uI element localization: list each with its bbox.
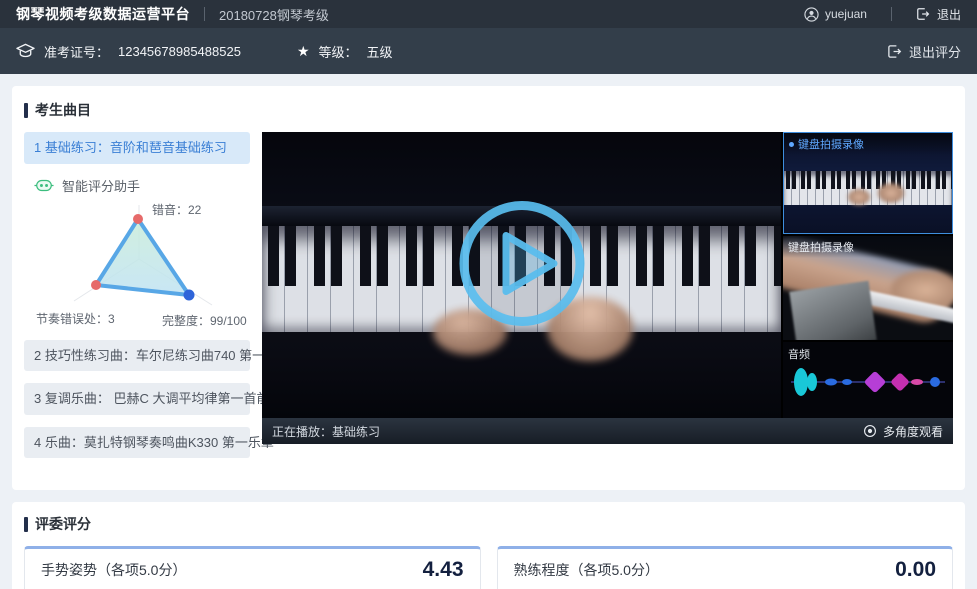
playlist-item-1[interactable]: 1 基础练习：音阶和琶音基础练习 xyxy=(24,132,250,164)
judge-scoring-card: 评委评分 手势姿势（各项5.0分） 4.43 手型 指法 身姿 xyxy=(12,502,965,589)
logout-icon xyxy=(916,7,930,21)
exam-main-card: 考生曲目 1 基础练习：音阶和琶音基础练习 智能评分助手 xyxy=(12,86,965,490)
multi-angle-label: 多角度观看 xyxy=(883,423,943,440)
playlist-item-2[interactable]: 2 技巧性练习曲：车尔尼练习曲740 第一首 xyxy=(24,340,250,372)
session-title: 20180728钢琴考级 xyxy=(219,5,329,24)
radar-label-wrong-notes: 错音：22 xyxy=(152,202,202,217)
playlist-section-title: 考生曲目 xyxy=(35,100,91,120)
exam-id-label: 准考证号： xyxy=(44,42,109,61)
playlist-item-4[interactable]: 4 乐曲：莫扎特钢琴奏鸣曲K330 第一乐章 xyxy=(24,427,250,459)
eye-icon xyxy=(863,424,877,438)
play-button[interactable] xyxy=(456,198,588,335)
thumbnail-label-text: 键盘拍摄录像 xyxy=(788,239,854,255)
level-value: 五级 xyxy=(367,42,393,61)
ai-assistant-toggle[interactable]: 智能评分助手 xyxy=(34,176,250,195)
graduation-cap-icon xyxy=(16,43,35,59)
exam-id-group: 准考证号： 12345678985488525 xyxy=(16,42,241,61)
playlist: 1 基础练习：音阶和琶音基础练习 智能评分助手 xyxy=(24,132,250,470)
piano-bench xyxy=(789,281,877,340)
mini-hand xyxy=(878,183,904,203)
mini-black-keys xyxy=(784,171,952,189)
radar-label-rhythm: 节奏错误处：3 xyxy=(36,312,115,326)
video-status-bar: 正在播放：基础练习 多角度观看 xyxy=(262,418,953,444)
panel-total-score: 0.00 xyxy=(895,558,936,582)
main-video[interactable] xyxy=(262,132,781,418)
radar-chart: 错音：22 节奏错误处：3 完整度：99/100 xyxy=(24,197,250,334)
panel-title: 熟练程度（各项5.0分） xyxy=(514,560,659,580)
radar-label-completeness: 完整度：99/100 xyxy=(162,313,247,328)
divider xyxy=(204,7,205,21)
logout-icon xyxy=(887,44,902,59)
divider xyxy=(891,7,892,21)
scoring-section-header: 评委评分 xyxy=(24,514,953,534)
thumbnail-label: 键盘拍摄录像 xyxy=(783,236,953,258)
ai-assistant-label: 智能评分助手 xyxy=(62,176,140,195)
audio-label: 音频 xyxy=(788,346,810,362)
panel-total-score: 4.43 xyxy=(423,558,464,582)
radar-dot-completeness xyxy=(184,289,195,300)
playlist-section-header: 考生曲目 xyxy=(24,100,953,120)
user-menu[interactable]: yuejuan xyxy=(804,7,867,22)
video-player-zone: 键盘拍摄录像 键盘拍摄录像 音频 xyxy=(262,132,953,444)
exam-id-value: 12345678985488525 xyxy=(118,44,241,59)
avatar-icon xyxy=(804,7,819,22)
live-dot-icon xyxy=(789,142,794,147)
robot-toggle-icon xyxy=(34,179,54,192)
radar-dot-rhythm xyxy=(91,280,101,290)
level-label: 等级： xyxy=(319,42,358,61)
angle-thumbnails: 键盘拍摄录像 键盘拍摄录像 音频 xyxy=(783,132,953,418)
multi-angle-button[interactable]: 多角度观看 xyxy=(863,423,943,440)
thumbnail-keyboard-cam-side[interactable]: 键盘拍摄录像 xyxy=(783,236,953,340)
username: yuejuan xyxy=(825,7,867,21)
section-accent-bar xyxy=(24,103,28,118)
now-playing-text: 正在播放：基础练习 xyxy=(272,423,380,440)
thumbnail-label: 键盘拍摄录像 xyxy=(784,133,952,155)
exit-scoring-button[interactable]: 退出评分 xyxy=(887,42,961,61)
app-title: 钢琴视频考级数据运营平台 xyxy=(16,4,190,24)
scoring-section-title: 评委评分 xyxy=(35,514,91,534)
radar-dot-wrong-notes xyxy=(133,214,143,224)
thumbnail-label-text: 键盘拍摄录像 xyxy=(798,136,864,152)
exam-info-bar: 准考证号： 12345678985488525 ★ 等级： 五级 退出评分 xyxy=(0,28,977,74)
logout-button[interactable]: 退出 xyxy=(916,6,961,23)
mini-hand xyxy=(848,189,870,205)
thumbnail-audio[interactable]: 音频 xyxy=(783,342,953,418)
top-bar: 钢琴视频考级数据运营平台 20180728钢琴考级 yuejuan 退出 xyxy=(0,0,977,28)
logout-label: 退出 xyxy=(937,6,961,23)
score-panel-gesture: 手势姿势（各项5.0分） 4.43 手型 指法 身姿 礼仪 xyxy=(24,546,481,589)
score-panel-proficiency: 熟练程度（各项5.0分） 0.00 准确度 熟练度 完整性 节奏性 xyxy=(497,546,954,589)
panel-title: 手势姿势（各项5.0分） xyxy=(41,560,186,580)
level-group: ★ 等级： 五级 xyxy=(297,42,393,61)
star-icon: ★ xyxy=(297,43,310,60)
radar-polygon xyxy=(96,219,189,295)
section-accent-bar xyxy=(24,517,28,532)
exit-scoring-label: 退出评分 xyxy=(909,42,961,61)
playlist-item-3[interactable]: 3 复调乐曲： 巴赫C 大调平均律第一首前奏曲 xyxy=(24,383,250,415)
thumbnail-keyboard-cam-active[interactable]: 键盘拍摄录像 xyxy=(783,132,953,234)
